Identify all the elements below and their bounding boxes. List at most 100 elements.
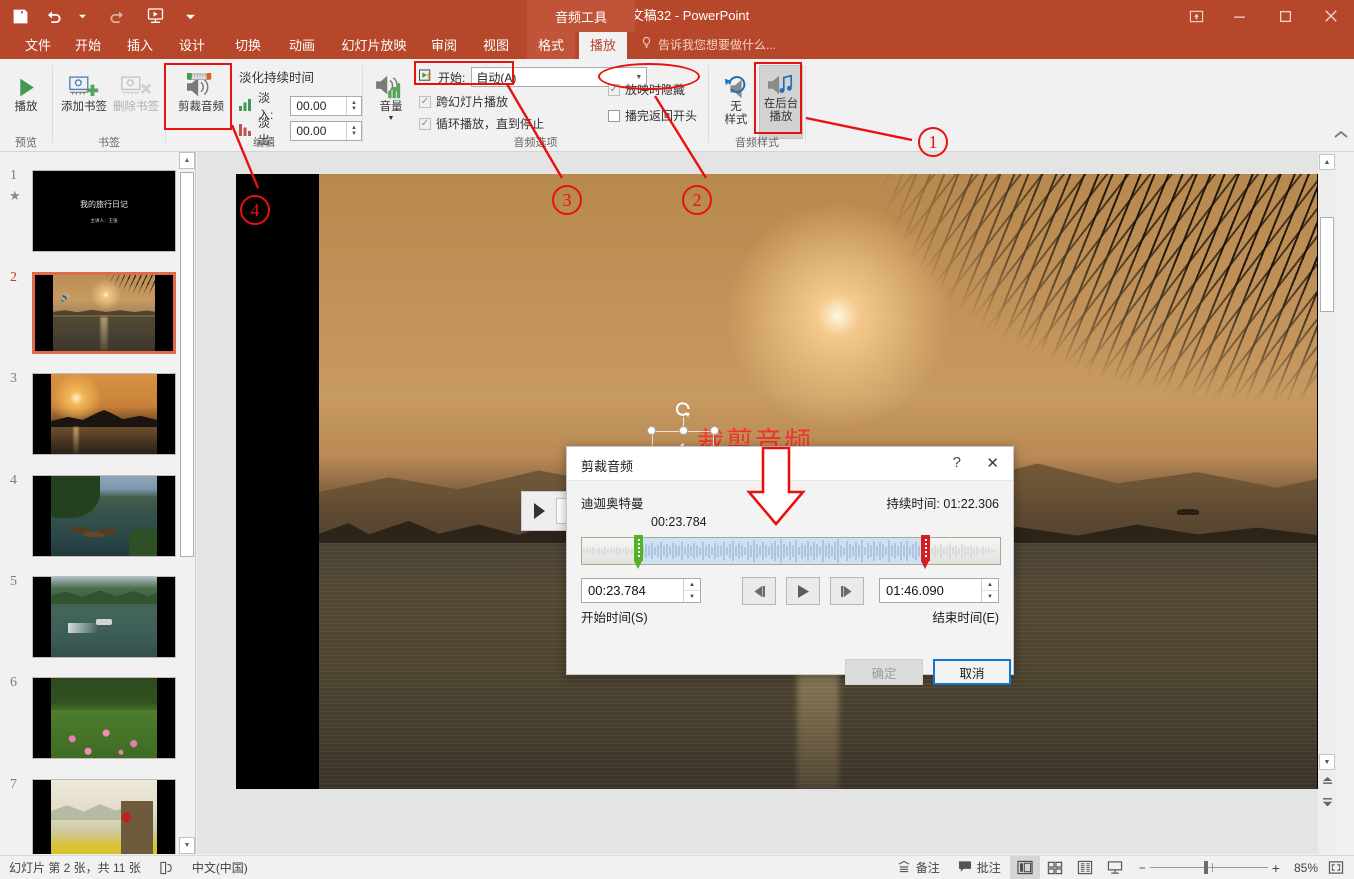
next-frame-button[interactable] <box>830 577 864 605</box>
tab-format[interactable]: 格式 <box>527 32 575 59</box>
slide-counter[interactable]: 幻灯片 第 2 张，共 11 张 <box>0 856 150 879</box>
dialog-play-button[interactable] <box>786 577 820 605</box>
end-time-input[interactable]: 01:46.090 ▲ ▼ <box>879 578 999 603</box>
fit-to-window-icon[interactable] <box>1326 856 1354 879</box>
trim-start-marker[interactable] <box>634 535 643 569</box>
comments-button[interactable]: 批注 <box>949 856 1010 879</box>
tab-animations[interactable]: 动画 <box>278 32 326 59</box>
thumbnail-slide-4[interactable]: 4 <box>10 473 176 557</box>
tell-me-box[interactable]: 告诉我您想要做什么... <box>640 32 776 59</box>
loop-until-stopped-row[interactable]: ✓ 循环播放，直到停止 <box>419 115 544 132</box>
thumbnail-slide-3[interactable]: 3 <box>10 371 176 455</box>
thumbnail-frame[interactable]: 🔊 <box>32 272 176 354</box>
thumbnail-slide-1[interactable]: 1 ★ 我的旅行日记 主讲人：王强 <box>9 168 176 252</box>
thumbnail-slide-7[interactable]: 7 <box>10 777 176 854</box>
tab-playback[interactable]: 播放 <box>579 32 627 59</box>
rewind-after-playing-row[interactable]: 播完返回开头 <box>608 107 697 124</box>
play-in-background-button[interactable]: 在后台 播放 <box>759 65 803 139</box>
scroll-down-icon[interactable]: ▼ <box>1319 754 1335 770</box>
end-time-spinner-arrows[interactable]: ▲ ▼ <box>981 579 998 602</box>
tab-review[interactable]: 审阅 <box>420 32 468 59</box>
thumbnail-slide-5[interactable]: 5 <box>10 574 176 658</box>
view-reading-icon[interactable] <box>1070 856 1100 879</box>
zoom-level[interactable]: 85% <box>1286 856 1326 879</box>
slide-area-scrollbar[interactable]: ▲ ▼ <box>1318 152 1336 854</box>
scrollbar-thumb[interactable] <box>1320 217 1334 312</box>
trim-audio-button[interactable]: 剪裁音频 <box>170 67 232 114</box>
help-icon[interactable]: ? <box>953 454 961 471</box>
thumbnail-frame[interactable]: 我的旅行日记 主讲人：王强 <box>32 170 176 252</box>
start-slideshow-icon[interactable] <box>136 0 176 32</box>
thumbnail-frame[interactable] <box>32 576 176 658</box>
audio-play-icon[interactable] <box>522 502 556 520</box>
play-button[interactable]: 播放 <box>6 67 46 114</box>
tab-insert[interactable]: 插入 <box>116 32 164 59</box>
minimize-icon[interactable] <box>1216 0 1262 32</box>
thumbnail-slide-2[interactable]: 2 🔊 <box>10 270 176 354</box>
tab-transitions[interactable]: 切换 <box>224 32 272 59</box>
resize-handle-nw[interactable] <box>647 426 656 435</box>
undo-dropdown-icon[interactable] <box>68 0 96 32</box>
previous-frame-button[interactable] <box>742 577 776 605</box>
thumbnail-frame[interactable] <box>32 779 176 854</box>
tab-view[interactable]: 视图 <box>472 32 520 59</box>
zoom-in-button[interactable]: + <box>1268 856 1286 879</box>
view-slideshow-icon[interactable] <box>1100 856 1130 879</box>
cancel-button[interactable]: 取消 <box>933 659 1011 685</box>
start-time-spinner-arrows[interactable]: ▲ ▼ <box>683 579 700 602</box>
scroll-up-icon[interactable]: ▲ <box>179 152 195 169</box>
close-icon[interactable]: ✕ <box>986 454 999 472</box>
view-slide-sorter-icon[interactable] <box>1040 856 1070 879</box>
redo-icon[interactable] <box>96 0 136 32</box>
resize-handle-n[interactable] <box>678 426 688 435</box>
play-across-slides-checkbox[interactable]: ✓ <box>419 95 431 108</box>
notes-button[interactable]: 备注 <box>888 856 949 879</box>
thumbnail-slide-6[interactable]: 6 <box>10 675 176 759</box>
thumbnail-frame[interactable] <box>32 373 176 455</box>
restore-icon[interactable] <box>1262 0 1308 32</box>
tab-design[interactable]: 设计 <box>168 32 216 59</box>
no-style-button[interactable]: 无 样式 <box>715 67 757 127</box>
play-across-slides-row[interactable]: ✓ 跨幻灯片播放 <box>419 93 508 110</box>
volume-button[interactable]: 音量 ▼ <box>369 67 413 122</box>
language-indicator[interactable]: 中文(中国) <box>183 856 257 879</box>
audio-waveform[interactable] <box>581 535 1001 569</box>
thumbnail-pane-scrollbar[interactable]: ▲ ▼ <box>179 152 195 854</box>
save-icon[interactable] <box>0 0 40 32</box>
trim-audio-dialog[interactable]: 剪裁音频 ? ✕ 迪迦奥特曼 持续时间: 01:22.306 00:23.784 <box>566 446 1014 685</box>
hide-during-show-row[interactable]: ✓ 放映时隐藏 <box>608 81 685 98</box>
tab-home[interactable]: 开始 <box>64 32 112 59</box>
previous-slide-icon[interactable] <box>1318 774 1336 790</box>
trim-end-marker[interactable] <box>921 535 930 569</box>
resize-handle-ne[interactable] <box>710 426 719 435</box>
fade-in-spinner-arrows[interactable]: ▲ ▼ <box>346 97 361 115</box>
scrollbar-thumb[interactable] <box>180 172 194 557</box>
accessibility-icon[interactable] <box>150 856 183 879</box>
customize-qat-icon[interactable] <box>176 0 204 32</box>
zoom-out-button[interactable]: − <box>1130 856 1150 879</box>
close-icon[interactable] <box>1308 0 1354 32</box>
volume-dropdown-icon[interactable]: ▼ <box>388 115 395 122</box>
ribbon-display-options-icon[interactable] <box>1176 0 1216 32</box>
next-slide-icon[interactable] <box>1318 794 1336 810</box>
view-normal-icon[interactable] <box>1009 855 1040 879</box>
start-time-input[interactable]: 00:23.784 ▲ ▼ <box>581 578 701 603</box>
scroll-down-icon[interactable]: ▼ <box>179 837 195 854</box>
thumbnail-frame[interactable] <box>32 677 176 759</box>
zoom-slider-handle[interactable] <box>1203 861 1208 874</box>
add-bookmark-button[interactable]: 添加书签 <box>57 67 111 114</box>
thumbnail-frame[interactable] <box>32 475 176 557</box>
chevron-down-icon[interactable]: ▼ <box>635 74 642 81</box>
hide-during-show-checkbox[interactable]: ✓ <box>608 83 620 96</box>
slide-thumbnail-pane[interactable]: 1 ★ 我的旅行日记 主讲人：王强 2 🔊 3 4 5 6 7 ▲ ▼ <box>0 152 196 854</box>
rewind-after-playing-checkbox[interactable] <box>608 109 620 122</box>
tab-file[interactable]: 文件 <box>14 32 62 59</box>
fade-in-spinner[interactable]: 00.00 ▲ ▼ <box>290 96 362 116</box>
collapse-ribbon-icon[interactable] <box>1334 127 1348 142</box>
tab-slideshow[interactable]: 幻灯片放映 <box>330 32 418 59</box>
rotate-icon[interactable] <box>674 400 692 418</box>
loop-until-stopped-checkbox[interactable]: ✓ <box>419 117 431 130</box>
undo-icon[interactable] <box>40 0 68 32</box>
zoom-slider[interactable] <box>1149 856 1268 879</box>
scroll-up-icon[interactable]: ▲ <box>1319 154 1335 170</box>
